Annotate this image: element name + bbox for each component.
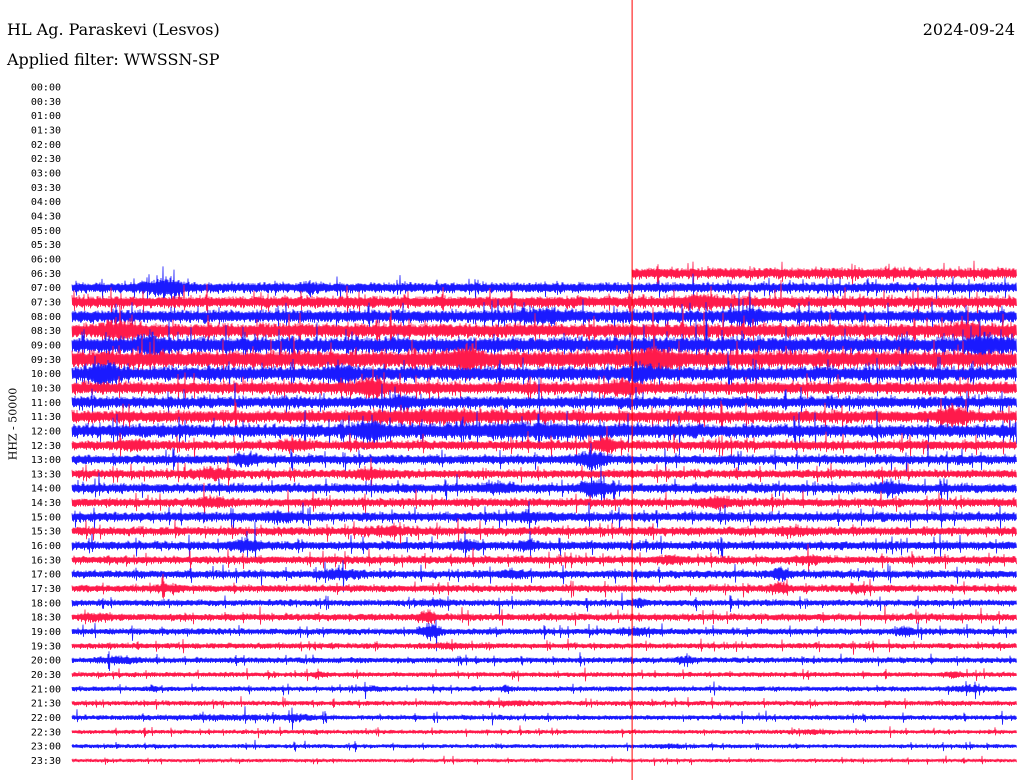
- time-tick-label: 16:00: [31, 541, 61, 552]
- time-tick-label: 18:30: [31, 613, 61, 624]
- seismogram-plot: 00:00 00:30 01:00 01:30 02:00 02:30 03:00 03:30…: [31, 0, 1017, 780]
- time-tick-label: 20:30: [31, 670, 61, 681]
- time-tick-label: 23:30: [31, 756, 61, 767]
- time-tick-label: 00:00: [31, 83, 61, 94]
- time-tick-label: 19:30: [31, 641, 61, 652]
- time-tick-label: 12:30: [31, 441, 61, 452]
- time-tick-label: 16:30: [31, 555, 61, 566]
- time-tick-label: 07:00: [31, 283, 61, 294]
- time-tick-label: 08:00: [31, 312, 61, 323]
- time-tick-labels: 00:00 00:30 01:00 01:30 02:00 02:30 03:00 03:30…: [31, 83, 61, 768]
- trace-group: [71, 260, 1017, 766]
- time-tick-label: 14:30: [31, 498, 61, 509]
- trace-2230: [71, 725, 1017, 739]
- time-tick-label: 17:00: [31, 570, 61, 581]
- time-tick-label: 10:00: [31, 369, 61, 380]
- time-tick-label: 20:00: [31, 656, 61, 667]
- time-tick-label: 05:30: [31, 240, 61, 251]
- time-tick-label: 04:00: [31, 197, 61, 208]
- time-tick-label: 22:00: [31, 713, 61, 724]
- time-tick-label: 13:00: [31, 455, 61, 466]
- trace-1800: [71, 592, 1017, 615]
- time-tick-label: 11:00: [31, 398, 61, 409]
- trace-2030: [71, 667, 1017, 682]
- time-tick-label: 22:30: [31, 727, 61, 738]
- time-tick-label: 10:30: [31, 383, 61, 394]
- time-tick-label: 07:30: [31, 297, 61, 308]
- time-tick-label: 23:00: [31, 742, 61, 753]
- time-tick-label: 00:30: [31, 97, 61, 108]
- trace-1930: [71, 638, 1017, 655]
- time-tick-label: 01:30: [31, 125, 61, 136]
- trace-2130: [71, 696, 1017, 710]
- time-tick-label: 06:00: [31, 254, 61, 265]
- time-tick-label: 12:00: [31, 426, 61, 437]
- time-tick-label: 09:30: [31, 355, 61, 366]
- time-tick-label: 15:00: [31, 512, 61, 523]
- time-tick-label: 02:30: [31, 154, 61, 165]
- time-tick-label: 05:00: [31, 226, 61, 237]
- time-tick-label: 11:30: [31, 412, 61, 423]
- trace-2330: [71, 755, 1017, 766]
- trace-2000: [71, 651, 1017, 672]
- trace-2100: [71, 681, 1017, 700]
- time-tick-label: 02:00: [31, 140, 61, 151]
- time-tick-label: 13:30: [31, 469, 61, 480]
- time-tick-label: 01:00: [31, 111, 61, 122]
- time-tick-label: 17:30: [31, 584, 61, 595]
- time-tick-label: 03:30: [31, 183, 61, 194]
- time-tick-label: 09:00: [31, 340, 61, 351]
- time-tick-label: 21:30: [31, 699, 61, 710]
- time-tick-label: 15:30: [31, 527, 61, 538]
- time-tick-label: 21:00: [31, 684, 61, 695]
- time-tick-label: 04:30: [31, 211, 61, 222]
- trace-2300: [71, 739, 1017, 753]
- time-tick-label: 06:30: [31, 269, 61, 280]
- time-tick-label: 18:00: [31, 598, 61, 609]
- trace-2200: [71, 706, 1017, 730]
- time-tick-label: 03:00: [31, 168, 61, 179]
- time-tick-label: 14:00: [31, 484, 61, 495]
- time-tick-label: 08:30: [31, 326, 61, 337]
- trace-1830: [71, 605, 1017, 626]
- time-tick-label: 19:00: [31, 627, 61, 638]
